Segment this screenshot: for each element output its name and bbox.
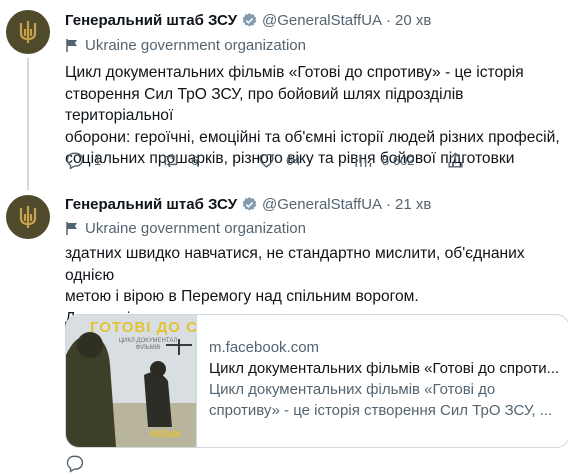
views-icon xyxy=(355,154,372,167)
government-flag-icon xyxy=(66,39,77,52)
trident-icon xyxy=(19,206,37,228)
text-line: Цикл документальних фільмів «Готові до с… xyxy=(65,64,524,81)
tweet-1[interactable]: Генеральний штаб ЗСУ @GeneralStaffUA · 2… xyxy=(0,0,568,190)
card-title: Цикл документальних фільмів «Готові до с… xyxy=(209,360,560,377)
retweet-button[interactable]: 6 xyxy=(161,151,257,170)
gov-label: Ukraine government organization xyxy=(65,220,306,237)
link-card[interactable]: ГОТОВІ ДО СПР ЦИКЛ ДОКУМЕНТАЛ ФІЛЬМІВ ФІ… xyxy=(65,314,568,448)
like-button[interactable]: 64 xyxy=(257,151,353,170)
retweet-count: 6 xyxy=(191,153,199,168)
card-body: m.facebook.com Цикл документальних фільм… xyxy=(209,337,564,421)
reply-count: 1 xyxy=(94,153,102,168)
text-line: оборони: героїчні, емоційні та об'ємні і… xyxy=(65,128,560,146)
gov-label-text: Ukraine government organization xyxy=(85,220,306,237)
tweet-header: Генеральний штаб ЗСУ @GeneralStaffUA · 2… xyxy=(65,12,431,29)
avatar[interactable] xyxy=(6,10,50,54)
tweet-actions: 1 6 64 5 602 xyxy=(65,151,465,170)
card-thumbnail: ГОТОВІ ДО СПР ЦИКЛ ДОКУМЕНТАЛ ФІЛЬМІВ ФІ… xyxy=(66,315,197,447)
card-image-title: ГОТОВІ ДО СПР xyxy=(90,319,197,336)
reply-button[interactable]: 1 xyxy=(65,151,161,170)
gov-label-text: Ukraine government organization xyxy=(85,37,306,54)
verified-badge-icon xyxy=(241,196,258,213)
trident-icon xyxy=(19,21,37,43)
views-button[interactable]: 5 602 xyxy=(353,151,446,170)
reply-icon xyxy=(66,152,84,170)
separator: · xyxy=(386,196,392,213)
government-flag-icon xyxy=(66,222,77,235)
verified-badge-icon xyxy=(241,12,258,29)
tweet-actions-partial xyxy=(65,454,84,473)
text-line: здатних швидко навчатися, не стандартно … xyxy=(65,245,525,284)
views-count: 5 602 xyxy=(382,153,415,168)
author-handle[interactable]: @GeneralStaffUA xyxy=(262,12,382,29)
like-icon xyxy=(259,153,274,168)
like-count: 64 xyxy=(286,153,301,168)
card-description: Цикл документальних фільмів «Готові до с… xyxy=(209,381,553,419)
text-line: метою і вірою в Перемогу над спільним во… xyxy=(65,288,419,305)
text-line: створення Сил ТрО ЗСУ, про бойовий шлях … xyxy=(65,85,464,125)
tweet-header: Генеральний штаб ЗСУ @GeneralStaffUA · 2… xyxy=(65,196,431,213)
timestamp[interactable]: 20 хв xyxy=(395,12,431,29)
card-domain: m.facebook.com xyxy=(209,339,320,356)
thread-line xyxy=(27,58,29,190)
share-icon xyxy=(448,152,463,168)
avatar[interactable] xyxy=(6,195,50,239)
author-handle[interactable]: @GeneralStaffUA xyxy=(262,196,382,213)
author-name[interactable]: Генеральний штаб ЗСУ xyxy=(65,196,237,213)
timestamp[interactable]: 21 хв xyxy=(395,196,431,213)
reply-icon[interactable] xyxy=(65,454,84,473)
author-name[interactable]: Генеральний штаб ЗСУ xyxy=(65,12,237,29)
share-button[interactable] xyxy=(446,151,465,170)
card-image-subtitle: ЦИКЛ ДОКУМЕНТАЛ ФІЛЬМІВ xyxy=(118,338,178,351)
card-image-footer: ФІЛЬМ xyxy=(150,429,181,439)
gov-label: Ukraine government organization xyxy=(65,37,306,54)
retweet-icon xyxy=(164,153,178,168)
separator: · xyxy=(386,12,392,29)
